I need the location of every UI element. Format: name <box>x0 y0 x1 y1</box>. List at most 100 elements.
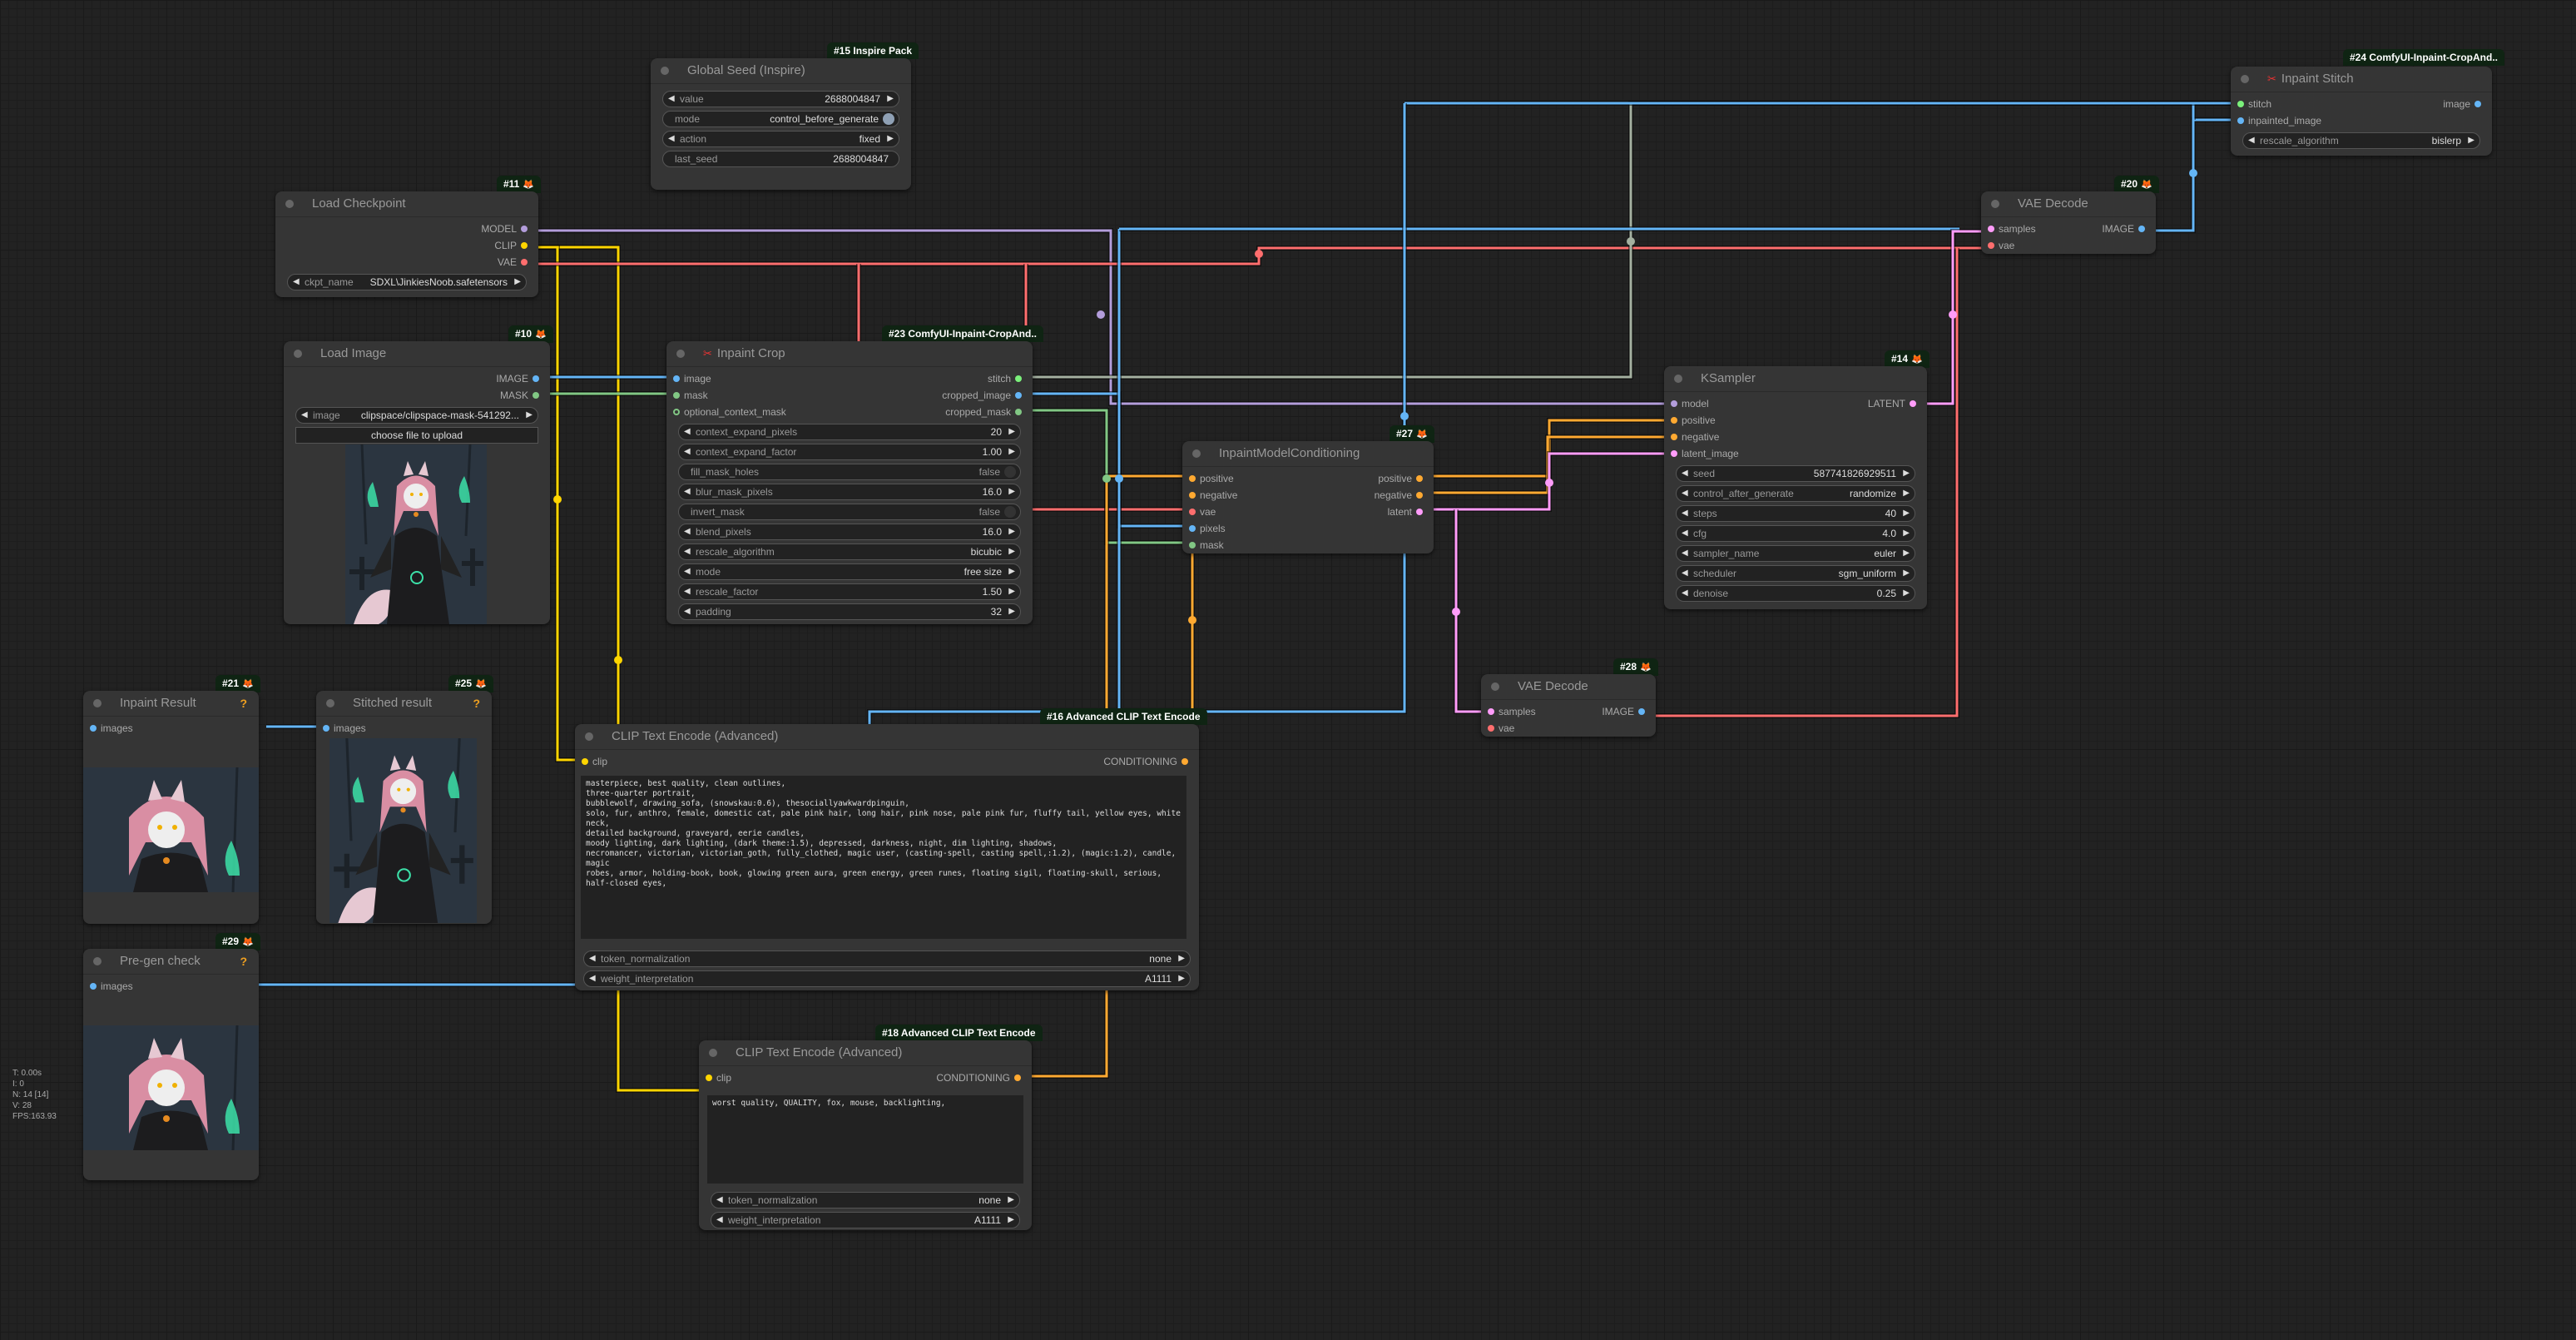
collapse-dot[interactable] <box>285 200 294 208</box>
widget-padding[interactable]: ◀ padding 32 ▶ <box>678 603 1021 620</box>
node-vae-decode-28[interactable]: VAE Decode samples IMAGE vae <box>1481 674 1656 737</box>
widget-control-after-generate[interactable]: ◀ control_after_generate randomize ▶ <box>1676 485 1915 502</box>
arrow-left-icon[interactable]: ◀ <box>716 1193 723 1208</box>
link-midpoint-marker[interactable] <box>1115 474 1123 483</box>
output-clip[interactable]: CLIP <box>494 237 532 254</box>
link-midpoint-marker[interactable] <box>553 495 562 504</box>
arrow-right-icon[interactable]: ▶ <box>1008 544 1015 559</box>
arrow-right-icon[interactable]: ▶ <box>1008 424 1015 439</box>
widget-cfg[interactable]: ◀ cfg 4.0 ▶ <box>1676 525 1915 542</box>
node-title[interactable]: CLIP Text Encode (Advanced) <box>699 1040 1032 1066</box>
link-midpoint-marker[interactable] <box>614 656 622 664</box>
arrow-left-icon[interactable]: ◀ <box>1682 506 1688 521</box>
arrow-left-icon[interactable]: ◀ <box>2248 133 2255 148</box>
arrow-left-icon[interactable]: ◀ <box>1682 546 1688 561</box>
collapse-dot[interactable] <box>2241 75 2249 83</box>
collapse-dot[interactable] <box>661 67 669 75</box>
widget-invert-mask[interactable]: invert_mask false <box>678 504 1021 520</box>
link-wire[interactable] <box>1427 435 1690 494</box>
arrow-right-icon[interactable]: ▶ <box>1008 484 1015 499</box>
node-vae-decode-20[interactable]: VAE Decode samples IMAGE vae <box>1981 191 2156 254</box>
widget-scheduler[interactable]: ◀ scheduler sgm_uniform ▶ <box>1676 565 1915 582</box>
arrow-right-icon[interactable]: ▶ <box>1008 444 1015 459</box>
collapse-dot[interactable] <box>1991 200 1999 208</box>
arrow-left-icon[interactable]: ◀ <box>684 584 691 599</box>
arrow-left-icon[interactable]: ◀ <box>301 408 308 423</box>
arrow-right-icon[interactable]: ▶ <box>1008 524 1015 539</box>
widget-value[interactable]: ◀ value 2688004847 ▶ <box>662 91 899 107</box>
link-midpoint-marker[interactable] <box>1400 412 1409 420</box>
arrow-left-icon[interactable]: ◀ <box>684 544 691 559</box>
output-conditioning[interactable]: CONDITIONING <box>1103 753 1192 770</box>
arrow-right-icon[interactable]: ▶ <box>1903 506 1910 521</box>
arrow-right-icon[interactable]: ▶ <box>1178 951 1185 966</box>
node-title[interactable]: VAE Decode <box>1981 191 2156 217</box>
collapse-dot[interactable] <box>1674 375 1682 383</box>
node-ksampler[interactable]: KSampler model LATENT positive negative l… <box>1664 366 1927 609</box>
arrow-right-icon[interactable]: ▶ <box>887 92 894 107</box>
arrow-left-icon[interactable]: ◀ <box>684 484 691 499</box>
toggle-knob[interactable] <box>883 113 894 125</box>
output-positive[interactable]: positive <box>1378 470 1427 487</box>
output-vae[interactable]: VAE <box>498 254 532 270</box>
node-title[interactable]: CLIP Text Encode (Advanced) <box>575 724 1199 750</box>
widget-sampler-name[interactable]: ◀ sampler_name euler ▶ <box>1676 545 1915 562</box>
arrow-left-icon[interactable]: ◀ <box>1682 486 1688 501</box>
input-optional-context-mask[interactable]: optional_context_mask <box>673 404 786 420</box>
link-midpoint-marker[interactable] <box>2189 169 2197 177</box>
arrow-right-icon[interactable]: ▶ <box>1903 526 1910 541</box>
widget-denoise[interactable]: ◀ denoise 0.25 ▶ <box>1676 585 1915 602</box>
arrow-right-icon[interactable]: ▶ <box>1008 604 1015 619</box>
widget-weight-interpretation[interactable]: ◀ weight_interpretation A1111 ▶ <box>711 1212 1020 1228</box>
collapse-dot[interactable] <box>1192 449 1201 458</box>
collapse-dot[interactable] <box>294 350 302 358</box>
input-vae[interactable]: vae <box>1189 504 1216 520</box>
link-wire[interactable] <box>1427 452 1690 511</box>
widget-seed[interactable]: ◀ seed 587741826929511 ▶ <box>1676 465 1915 482</box>
arrow-right-icon[interactable]: ▶ <box>1008 564 1015 579</box>
link-wire[interactable] <box>1024 264 1191 511</box>
widget-image[interactable]: ◀ image clipspace/clipspace-mask-541292...… <box>295 407 538 424</box>
widget-fill-mask-holes[interactable]: fill_mask_holes false <box>678 464 1021 480</box>
link-midpoint-marker[interactable] <box>1627 237 1635 246</box>
node-inpaint-stitch[interactable]: ✂ Inpaint Stitch stitch image inpainted_im… <box>2231 67 2492 156</box>
output-image[interactable]: IMAGE <box>496 370 543 387</box>
arrow-left-icon[interactable]: ◀ <box>684 444 691 459</box>
arrow-right-icon[interactable]: ▶ <box>1178 971 1185 986</box>
input-samples[interactable]: samples <box>1488 703 1536 720</box>
arrow-left-icon[interactable]: ◀ <box>684 564 691 579</box>
input-image[interactable]: image <box>673 370 711 387</box>
output-conditioning[interactable]: CONDITIONING <box>936 1070 1025 1086</box>
widget-context-expand-pixels[interactable]: ◀ context_expand_pixels 20 ▶ <box>678 424 1021 440</box>
arrow-left-icon[interactable]: ◀ <box>1682 586 1688 601</box>
collapse-dot[interactable] <box>93 699 102 707</box>
widget-context-expand-factor[interactable]: ◀ context_expand_factor 1.00 ▶ <box>678 444 1021 460</box>
input-pixels[interactable]: pixels <box>1189 520 1226 537</box>
arrow-left-icon[interactable]: ◀ <box>1682 526 1688 541</box>
link-midpoint-marker[interactable] <box>1949 310 1957 319</box>
input-images[interactable]: images <box>90 978 133 995</box>
node-clip-text-encode-negative[interactable]: CLIP Text Encode (Advanced) clip CONDITIO… <box>699 1040 1032 1230</box>
input-images[interactable]: images <box>323 720 366 737</box>
widget-action[interactable]: ◀ action fixed ▶ <box>662 131 899 147</box>
node-load-image[interactable]: Load Image IMAGE MASK ◀ image clipspace/cl… <box>284 341 550 624</box>
node-inpaint-crop[interactable]: ✂ Inpaint Crop image stitch mask cropped_im… <box>666 341 1033 624</box>
input-vae[interactable]: vae <box>1488 720 1514 737</box>
arrow-right-icon[interactable]: ▶ <box>1903 546 1910 561</box>
node-title[interactable]: Load Image <box>284 341 550 367</box>
arrow-right-icon[interactable]: ▶ <box>1903 586 1910 601</box>
widget-last-seed[interactable]: last_seed 2688004847 <box>662 151 899 167</box>
arrow-right-icon[interactable]: ▶ <box>1008 1213 1014 1228</box>
link-wire[interactable] <box>1427 419 1690 478</box>
collapse-dot[interactable] <box>93 957 102 965</box>
output-model[interactable]: MODEL <box>481 221 532 237</box>
collapse-dot[interactable] <box>709 1049 717 1057</box>
arrow-left-icon[interactable]: ◀ <box>684 524 691 539</box>
collapse-dot[interactable] <box>676 350 685 358</box>
output-image[interactable]: IMAGE <box>2102 221 2149 237</box>
input-model[interactable]: model <box>1671 395 1709 412</box>
arrow-left-icon[interactable]: ◀ <box>589 951 596 966</box>
input-images[interactable]: images <box>90 720 133 737</box>
widget-blend-pixels[interactable]: ◀ blend_pixels 16.0 ▶ <box>678 524 1021 540</box>
widget-blur-mask-pixels[interactable]: ◀ blur_mask_pixels 16.0 ▶ <box>678 484 1021 500</box>
